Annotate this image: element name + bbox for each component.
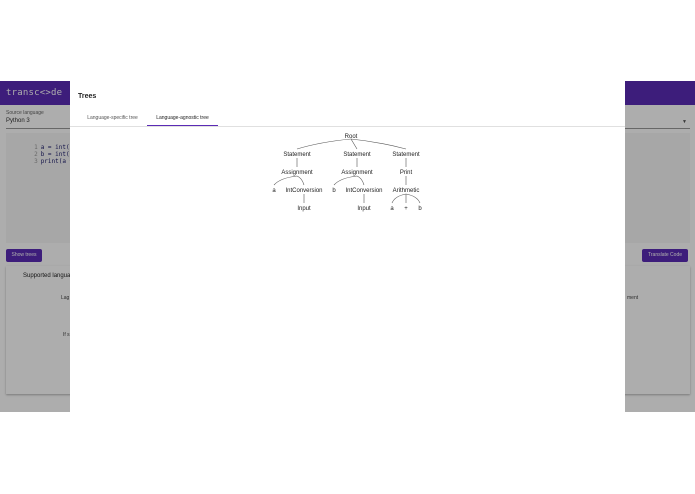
tree-edge xyxy=(391,193,407,204)
tree-node-variable: b xyxy=(332,188,336,194)
tree-node-statement: Statement xyxy=(283,152,311,158)
tree-edge xyxy=(333,175,358,186)
tree-node-operator: + xyxy=(404,206,408,212)
tree-edge xyxy=(273,175,298,186)
tree-node-operand: a xyxy=(390,206,394,212)
tree-node-input: Input xyxy=(297,206,311,212)
tree-node-statement: Statement xyxy=(343,152,371,158)
tree-node-statement: Statement xyxy=(392,152,420,158)
tree-node-variable: a xyxy=(272,188,276,194)
trees-dialog: Trees Language-specific tree Language-ag… xyxy=(70,81,625,412)
tree-node-intconversion: IntConversion xyxy=(345,188,382,194)
tree-node-root: Root xyxy=(345,134,358,140)
tree-node-input: Input xyxy=(357,206,371,212)
tree-node-print: Print xyxy=(400,170,413,176)
tree-edge xyxy=(405,193,421,204)
tree-edge xyxy=(296,175,305,186)
tree-node-assignment: Assignment xyxy=(281,170,313,176)
tree-edge xyxy=(350,138,407,150)
tree-edge xyxy=(356,175,365,186)
tree-node-operand: b xyxy=(418,206,422,212)
tree-node-intconversion: IntConversion xyxy=(285,188,322,194)
tree-edge xyxy=(350,138,358,150)
tree-edge xyxy=(296,138,352,150)
tree-node-assignment: Assignment xyxy=(341,170,373,176)
tree-node-arithmetic: Arithmetic xyxy=(393,188,420,194)
syntax-tree: Root Statement Statement Statement Assig… xyxy=(272,134,422,212)
